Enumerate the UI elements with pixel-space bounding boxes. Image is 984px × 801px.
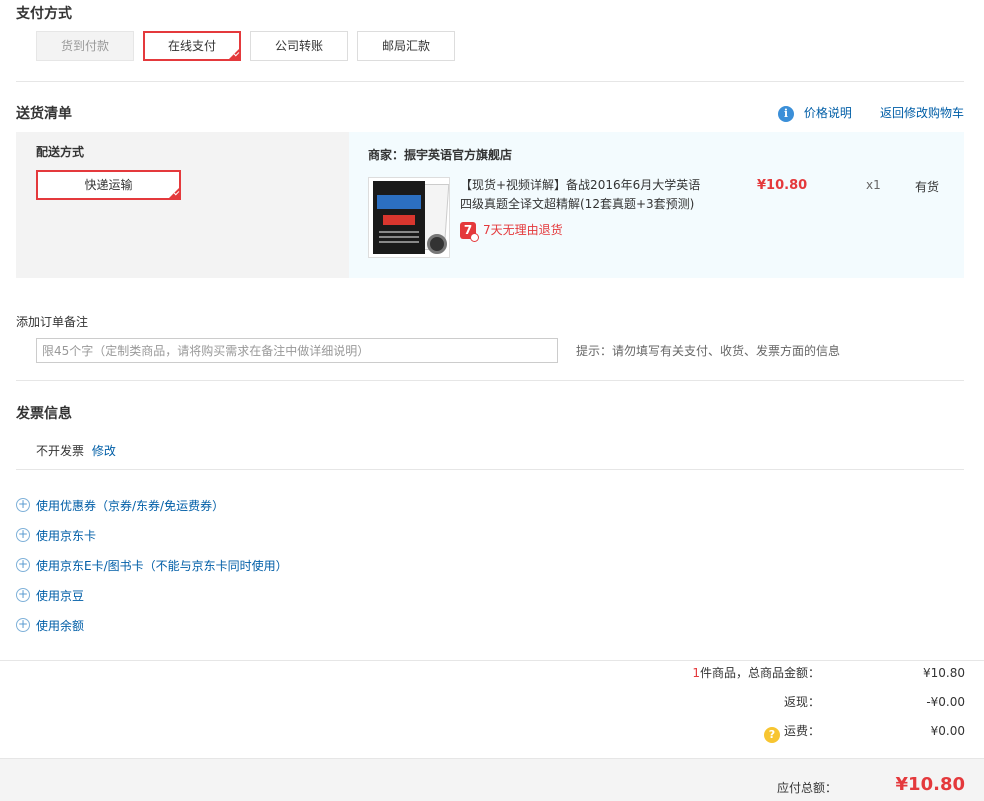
- payment-option-label: 公司转账: [274, 39, 323, 53]
- question-icon[interactable]: ?: [763, 727, 780, 743]
- info-icon: i: [778, 106, 794, 122]
- shipping-method-label: 快递运输: [84, 178, 133, 192]
- summary-rebate-value: -¥0.00: [926, 695, 965, 709]
- summary-shipping-value: ¥0.00: [930, 724, 965, 738]
- use-jd-card-label: 使用京东卡: [36, 529, 97, 543]
- stock-status: 有货: [915, 180, 940, 194]
- invoice-info: 不开发票 修改: [36, 442, 116, 459]
- back-to-cart-link[interactable]: 返回修改购物车: [880, 104, 964, 122]
- check-corner-icon: [168, 187, 180, 199]
- summary-rebate-row: 返现： -¥0.00: [565, 692, 965, 712]
- divider: [16, 469, 964, 470]
- plus-circle-icon: +: [16, 497, 30, 512]
- payment-option-label: 邮局汇款: [381, 39, 430, 53]
- seven-day-return-icon: 7: [460, 222, 479, 242]
- price-note-label: 价格说明: [803, 106, 852, 120]
- delivery-title: 送货清单: [16, 106, 72, 122]
- product-thumbnail[interactable]: [368, 177, 450, 258]
- summary-subtotal-label: 1件商品，总商品金额：: [692, 663, 820, 683]
- order-items-panel: 商家：振宇英语官方旗舰店 【现货+视频详解】备战2016年6月大学英语 四级真题…: [349, 132, 964, 278]
- plus-circle-icon: +: [16, 587, 30, 602]
- return-policy: 7天无理由退货: [483, 223, 563, 237]
- use-balance-label: 使用余额: [36, 619, 85, 633]
- price-note-link[interactable]: i 价格说明: [778, 104, 852, 122]
- product-name-line2: 四级真题全译文超精解(12套真题+3套预测): [460, 197, 695, 211]
- total-bar: 应付总额： ¥10.80: [0, 758, 984, 801]
- total-amount: ¥10.80: [895, 774, 965, 795]
- plus-circle-icon: +: [16, 617, 30, 632]
- product-quantity: x1: [866, 178, 881, 192]
- payment-title: 支付方式: [16, 6, 72, 22]
- shipping-method-panel: 配送方式 快递运输: [16, 132, 349, 278]
- shipping-method-express[interactable]: 快递运输: [36, 170, 181, 200]
- divider: [0, 660, 984, 661]
- plus-circle-icon: +: [16, 557, 30, 572]
- payment-option-label: 在线支付: [167, 39, 216, 53]
- total-label: 应付总额：: [776, 781, 837, 795]
- plus-circle-icon: +: [16, 527, 30, 542]
- merchant-name: 商家：振宇英语官方旗舰店: [368, 148, 513, 162]
- item-count-suffix: 件商品，总商品金额：: [699, 666, 820, 680]
- divider: [16, 81, 964, 82]
- payment-option-company-transfer[interactable]: 公司转账: [250, 31, 348, 61]
- summary-subtotal-value: ¥10.80: [923, 666, 965, 680]
- shipping-method-title: 配送方式: [36, 145, 85, 159]
- invoice-edit-link[interactable]: 修改: [92, 444, 116, 458]
- payment-option-post-office[interactable]: 邮局汇款: [357, 31, 455, 61]
- payment-option-cod[interactable]: 货到付款: [36, 31, 134, 61]
- summary-rebate-label: 返现：: [783, 695, 820, 709]
- use-coupon-label: 使用优惠券（京券/东券/免运费券）: [36, 499, 225, 513]
- product-name-line1: 【现货+视频详解】备战2016年6月大学英语: [460, 178, 701, 192]
- use-ecard-label: 使用京东E卡/图书卡（不能与京东卡同时使用）: [36, 559, 288, 573]
- summary-shipping-label-wrap: ? 运费：: [763, 721, 820, 743]
- item-count: 1: [692, 666, 700, 680]
- use-jingdou-label: 使用京豆: [36, 589, 85, 603]
- check-corner-icon: [228, 48, 240, 60]
- payment-option-label: 货到付款: [60, 39, 109, 53]
- remark-hint: 提示：请勿填写有关支付、收货、发票方面的信息: [576, 344, 841, 358]
- remark-title: 添加订单备注: [16, 315, 89, 329]
- product-price: ¥10.80: [757, 178, 808, 193]
- summary-subtotal-row: 1件商品，总商品金额： ¥10.80: [565, 663, 965, 683]
- remark-input[interactable]: [36, 338, 558, 363]
- invoice-value: 不开发票: [36, 444, 85, 458]
- product-name[interactable]: 【现货+视频详解】备战2016年6月大学英语 四级真题全译文超精解(12套真题+…: [460, 176, 705, 214]
- summary-shipping-row: ? 运费： ¥0.00: [565, 721, 965, 743]
- divider: [16, 380, 964, 381]
- summary-shipping-label: 运费：: [783, 724, 820, 738]
- invoice-title: 发票信息: [16, 406, 72, 422]
- payment-option-online[interactable]: 在线支付: [143, 31, 241, 61]
